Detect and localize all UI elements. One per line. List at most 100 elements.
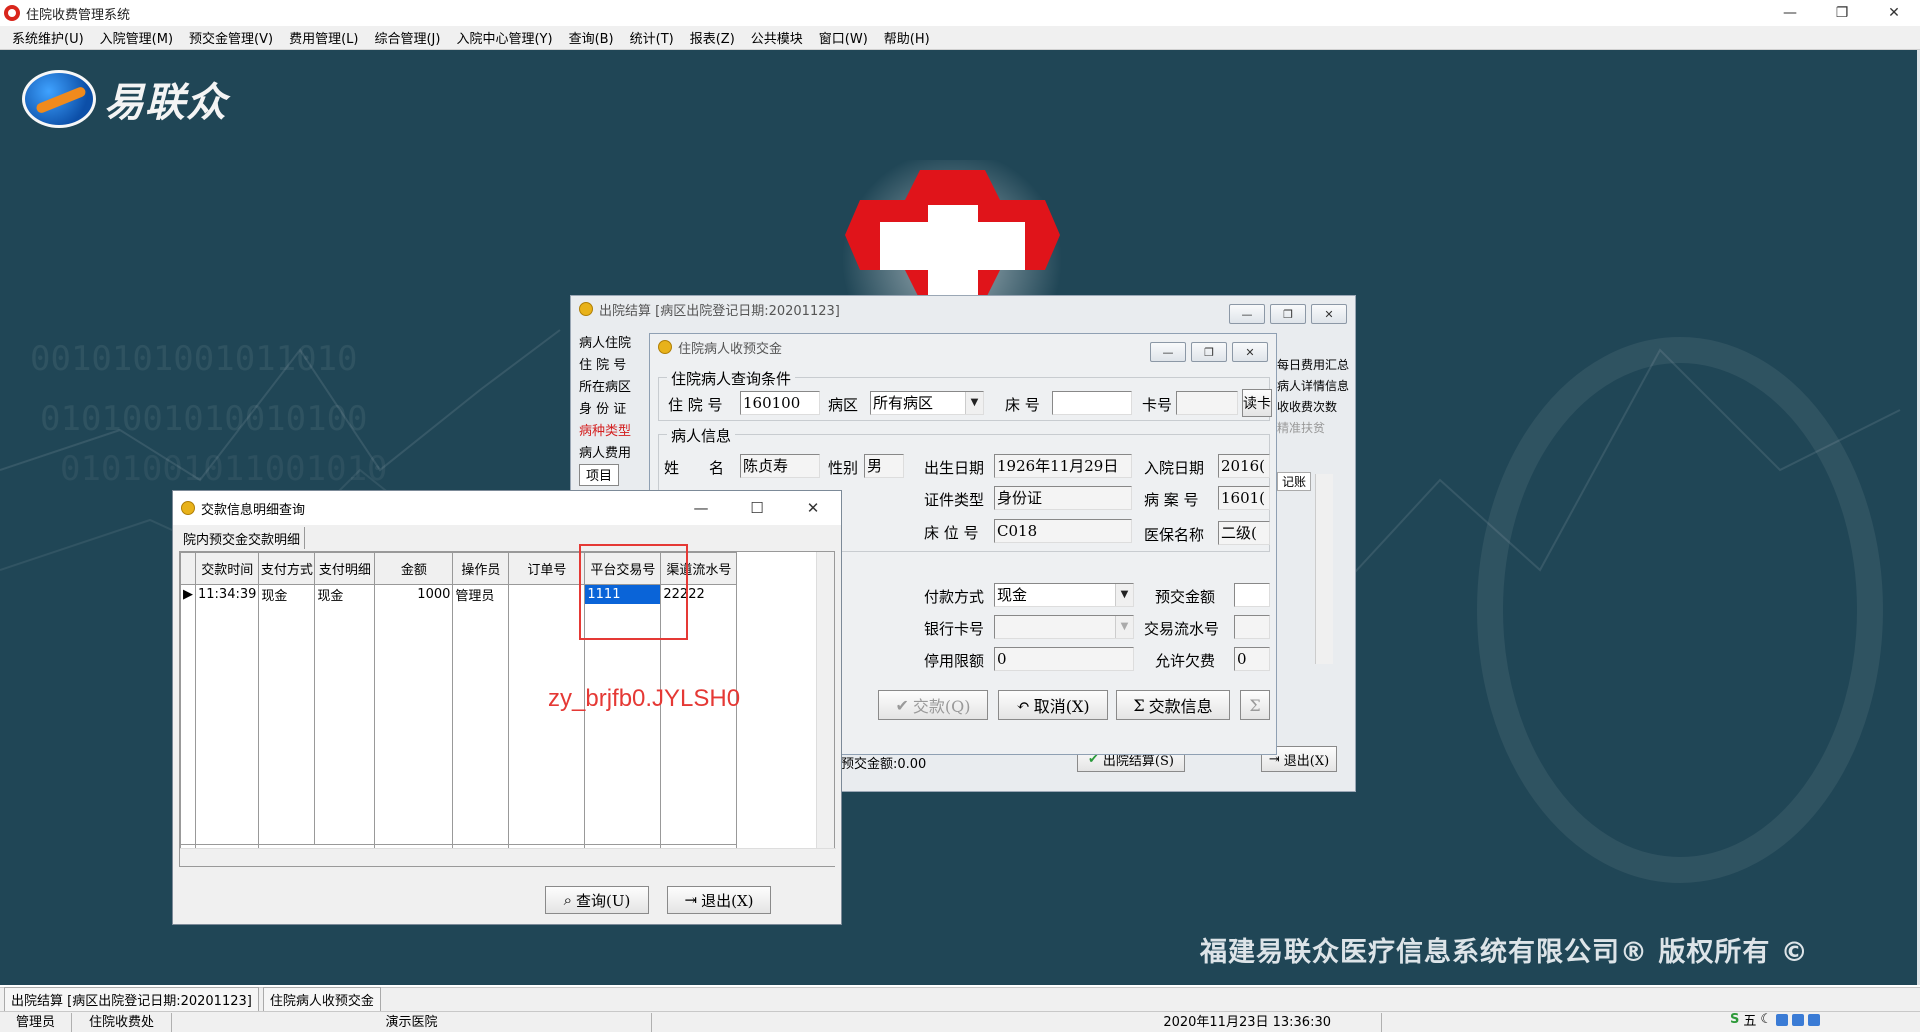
status-bar: 管理员 住院收费处 演示医院 2020年11月23日 13:36:30 — [0, 1011, 1920, 1032]
ime-toolbar[interactable]: S 五 ☾ — [1730, 1010, 1820, 1029]
menu-common[interactable]: 公共模块 — [743, 28, 811, 47]
col-pay-method[interactable]: 支付方式 — [258, 552, 316, 585]
payment-detail-title: 交款信息明细查询 — [201, 502, 306, 518]
empty-rows-area — [180, 604, 738, 844]
cell-pay-detail[interactable]: 现金 — [314, 584, 376, 604]
payment-method-select[interactable]: 现金 ▼ — [994, 583, 1134, 607]
close-button[interactable]: ✕ — [1311, 304, 1347, 324]
chevron-down-icon[interactable]: ▼ — [1115, 584, 1133, 606]
cell-pay-time[interactable]: 11:34:39 — [194, 584, 260, 604]
gender-field: 男 — [864, 454, 904, 478]
menu-general[interactable]: 综合管理(J) — [366, 28, 448, 47]
bed-no-label: 床 位 号 — [924, 524, 979, 542]
tab-inpatient-prepay-detail[interactable]: 院内预交金交款明细 — [179, 527, 306, 549]
binoculars-icon: ⌕ — [563, 891, 573, 909]
menu-query[interactable]: 查询(B) — [561, 28, 622, 47]
settlement-left-labels: 病人住院 住 院 号 所在病区 身 份 证 病种类型 病人费用 项目 — [579, 332, 643, 486]
minimize-button[interactable]: — — [1764, 0, 1816, 26]
col-operator[interactable]: 操作员 — [452, 552, 510, 585]
bed-label: 床 号 — [1005, 396, 1040, 414]
exit-button[interactable]: ⇥ 退出(X) — [667, 886, 771, 914]
sum-button[interactable]: Σ — [1240, 690, 1270, 720]
menu-statistics[interactable]: 统计(T) — [622, 28, 682, 47]
payment-method-label: 付款方式 — [924, 588, 985, 606]
serial-input[interactable] — [1234, 615, 1270, 639]
settlement-scrollbar[interactable] — [1315, 474, 1333, 664]
cell-order-no[interactable] — [508, 584, 586, 604]
insurance-field: 二级( — [1218, 521, 1270, 545]
pay-info-button[interactable]: Σ 交款信息 — [1116, 690, 1230, 720]
cell-operator[interactable]: 管理员 — [452, 584, 510, 604]
wrench-icon[interactable] — [1808, 1013, 1820, 1026]
restore-button[interactable]: ❐ — [1270, 304, 1306, 324]
link-charge-count[interactable]: 收收费次数 — [1277, 398, 1353, 419]
user-icon[interactable] — [1792, 1013, 1804, 1026]
ward-select[interactable]: 所有病区 ▼ — [870, 391, 984, 415]
query-button[interactable]: ⌕ 查询(U) — [545, 886, 649, 914]
bank-card-select[interactable]: ▼ — [994, 615, 1134, 639]
col-pay-time[interactable]: 交款时间 — [194, 552, 260, 585]
chevron-down-icon[interactable]: ▼ — [1115, 616, 1133, 638]
col-amount[interactable]: 金额 — [374, 552, 454, 585]
menu-admission-center[interactable]: 入院中心管理(Y) — [448, 28, 560, 47]
status-hospital: 演示医院 — [172, 1012, 652, 1032]
cancel-button[interactable]: ↶ 取消(X) — [998, 690, 1108, 720]
ime-mode[interactable]: 五 — [1743, 1010, 1756, 1029]
maximize-button[interactable]: ☐ — [729, 491, 785, 525]
stop-limit-field: 0 — [994, 647, 1134, 671]
link-poverty-relief[interactable]: 精准扶贫 — [1277, 419, 1353, 440]
col-order-no[interactable]: 订单号 — [508, 552, 586, 585]
menu-fees[interactable]: 费用管理(L) — [281, 28, 366, 47]
payment-detail-window: 交款信息明细查询 — ☐ ✕ 院内预交金交款明细 交款时间 支付方式 支付明细 … — [172, 490, 842, 925]
minimize-button[interactable]: — — [1229, 304, 1265, 324]
cell-pay-method[interactable]: 现金 — [258, 584, 316, 604]
minimize-button[interactable]: — — [673, 491, 729, 525]
restore-button[interactable]: ❐ — [1191, 342, 1227, 362]
col-pay-detail[interactable]: 支付明细 — [314, 552, 376, 585]
insurance-label: 医保名称 — [1144, 526, 1205, 544]
svg-text:0101001011001010: 0101001011001010 — [60, 449, 388, 489]
minimize-button[interactable]: — — [1150, 342, 1186, 362]
app-logo-icon — [4, 5, 20, 21]
app-titlebar: 住院收费管理系统 — ❐ ✕ — [0, 0, 1920, 26]
link-patient-details[interactable]: 病人详情信息 — [1277, 377, 1353, 398]
app-title: 住院收费管理系统 — [26, 7, 131, 23]
menu-help[interactable]: 帮助(H) — [876, 28, 938, 47]
settlement-right-links: 每日费用汇总 病人详情信息 收收费次数 精准扶贫 — [1277, 356, 1353, 440]
keyboard-icon[interactable] — [1776, 1013, 1788, 1026]
card-input[interactable] — [1176, 391, 1238, 415]
task-tab-prepay[interactable]: 住院病人收预交金 — [262, 987, 381, 1012]
label-disease-type: 病种类型 — [579, 424, 632, 439]
menu-window[interactable]: 窗口(W) — [811, 28, 876, 47]
pay-button[interactable]: ✔ 交款(Q) — [878, 690, 988, 720]
inpatient-no-input[interactable]: 160100 — [740, 391, 820, 415]
tab-items[interactable]: 项目 — [579, 464, 619, 486]
record-account-tab[interactable]: 记账 — [1277, 472, 1312, 491]
link-daily-fee-summary[interactable]: 每日费用汇总 — [1277, 356, 1353, 377]
close-button[interactable]: ✕ — [1868, 0, 1920, 26]
horizontal-scrollbar[interactable] — [180, 848, 836, 866]
menu-prepayment[interactable]: 预交金管理(V) — [181, 28, 281, 47]
label-patient-fees: 病人费用 — [579, 446, 632, 461]
exit-icon: ⇥ — [684, 891, 698, 909]
menu-reports[interactable]: 报表(Z) — [682, 28, 743, 47]
read-card-button[interactable]: 读卡 — [1242, 389, 1272, 417]
chevron-down-icon[interactable]: ▼ — [965, 392, 983, 414]
status-datetime: 2020年11月23日 13:36:30 — [652, 1012, 1382, 1032]
menu-admission[interactable]: 入院管理(M) — [92, 28, 181, 47]
prepay-amount-input[interactable] — [1234, 583, 1270, 607]
copyright-text: 福建易联众医疗信息系统有限公司® 版权所有 © — [1200, 937, 1809, 968]
bed-input[interactable] — [1052, 391, 1132, 415]
payment-detail-controls: — ☐ ✕ — [673, 491, 841, 525]
id-type-label: 证件类型 — [924, 491, 985, 509]
patient-info-group-title: 病人信息 — [667, 425, 736, 446]
restore-button[interactable]: ❐ — [1816, 0, 1868, 26]
admit-field: 2016( — [1218, 454, 1270, 478]
cell-amount[interactable]: 1000 — [374, 584, 454, 604]
close-button[interactable]: ✕ — [785, 491, 841, 525]
menu-system[interactable]: 系统维护(U) — [4, 28, 92, 47]
company-logo-icon — [22, 70, 96, 128]
vertical-scrollbar[interactable] — [816, 552, 834, 848]
close-button[interactable]: ✕ — [1232, 342, 1268, 362]
task-tab-settlement[interactable]: 出院结算 [病区出院登记日期:20201123] — [4, 987, 259, 1012]
